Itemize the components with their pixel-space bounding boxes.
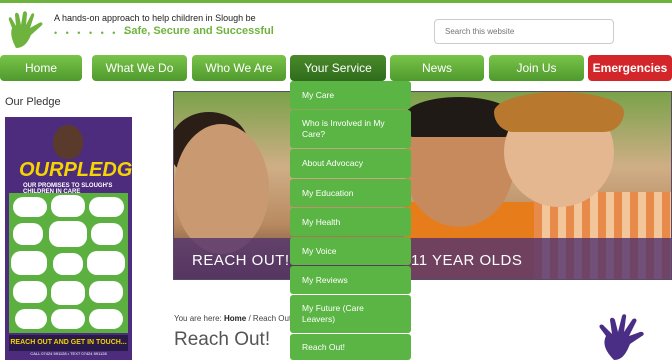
- poster-portrait: [53, 125, 83, 159]
- poster-footer: REACH OUT AND GET IN TOUCH...: [9, 335, 128, 351]
- main-nav: Home What We Do Who We Are Your Service …: [0, 55, 672, 81]
- dropdown-item-my-voice[interactable]: My Voice: [290, 237, 411, 265]
- nav-what-we-do[interactable]: What We Do: [92, 55, 187, 81]
- hand-logo-icon[interactable]: [6, 10, 52, 50]
- breadcrumb-current: Reach Out: [252, 314, 292, 323]
- header-slogan: Safe, Secure and Successful: [124, 25, 274, 37]
- nav-news[interactable]: News: [390, 55, 484, 81]
- poster-speech-bubbles: [9, 193, 128, 333]
- breadcrumb-prefix: You are here:: [174, 314, 222, 323]
- dropdown-item-my-health[interactable]: My Health: [290, 208, 411, 236]
- breadcrumb: You are here: Home / Reach Out: [174, 314, 291, 323]
- nav-your-service[interactable]: Your Service: [290, 55, 386, 81]
- top-accent-line: [0, 0, 672, 3]
- nav-who-we-are[interactable]: Who We Are: [192, 55, 286, 81]
- dropdown-item-who-is-involved[interactable]: Who is Involved in My Care?: [290, 110, 411, 148]
- page-title: Reach Out!: [174, 329, 271, 350]
- banner-age-label: 11 YEAR OLDS: [411, 252, 523, 269]
- pledge-poster[interactable]: OURPLEDGE OUR PROMISES TO SLOUGH'S CHILD…: [5, 117, 132, 360]
- nav-join-us[interactable]: Join Us: [489, 55, 584, 81]
- dropdown-item-my-future[interactable]: My Future (Care Leavers): [290, 295, 411, 333]
- breadcrumb-separator: /: [248, 314, 251, 323]
- dropdown-item-my-care[interactable]: My Care: [290, 81, 411, 109]
- nav-emergencies[interactable]: Emergencies: [588, 55, 672, 81]
- nav-home[interactable]: Home: [0, 55, 82, 81]
- sidebar-title: Our Pledge: [5, 96, 61, 108]
- banner-heading: REACH OUT!: [192, 252, 290, 269]
- hero-banner: REACH OUT! 11 YEAR OLDS: [173, 91, 672, 280]
- header-tagline: A hands-on approach to help children in …: [54, 13, 256, 23]
- purple-hand-icon: [599, 314, 644, 360]
- dropdown-item-about-advocacy[interactable]: About Advocacy: [290, 149, 411, 178]
- poster-contact: CALL 07424 591128 • TEXT 07424 591128: [30, 351, 107, 356]
- dropdown-item-reach-out[interactable]: Reach Out!: [290, 334, 411, 360]
- dropdown-item-my-education[interactable]: My Education: [290, 179, 411, 207]
- breadcrumb-home-link[interactable]: Home: [224, 314, 246, 323]
- poster-title: OURPLEDGE: [19, 159, 132, 181]
- decorative-dots: • • • • • • •: [54, 28, 131, 38]
- dropdown-item-my-reviews[interactable]: My Reviews: [290, 266, 411, 294]
- search-input[interactable]: [434, 19, 614, 44]
